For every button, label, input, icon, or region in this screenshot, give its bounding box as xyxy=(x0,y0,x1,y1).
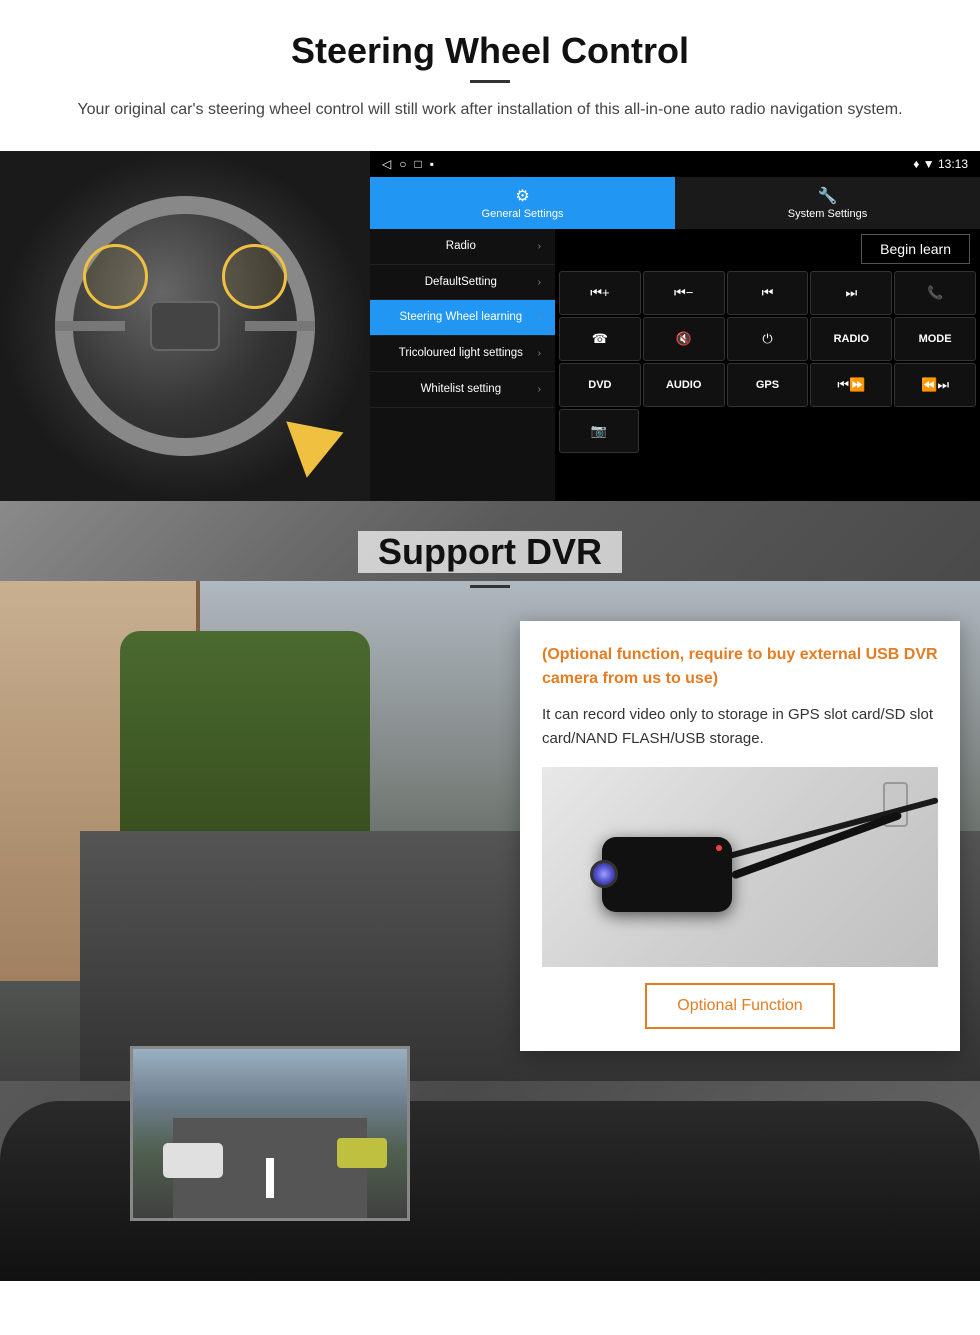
camera-body xyxy=(602,837,732,912)
vol-down-button[interactable]: ⏮− xyxy=(643,271,725,315)
section1-title: Steering Wheel Control xyxy=(60,30,920,72)
highlight-circle-left xyxy=(83,244,148,309)
radio-button[interactable]: RADIO xyxy=(810,317,892,361)
control-row-1: ⏮+ ⏮− ⏮ ⏭ 📞 xyxy=(559,271,976,315)
tab-system-label: System Settings xyxy=(788,208,867,220)
camera-lens xyxy=(590,860,618,888)
menu-radio-label: Radio xyxy=(384,239,538,254)
prev-track-button[interactable]: ⏮ xyxy=(727,271,809,315)
control-row-3: DVD AUDIO GPS ⏮⏩ ⏪⏭ xyxy=(559,363,976,407)
chevron-right-icon4: › xyxy=(538,348,541,359)
android-statusbar: ◁ ○ □ ▪ ♦ ▼ 13:13 xyxy=(370,151,980,177)
camera-button[interactable]: 📷 xyxy=(559,409,639,453)
rew-ff-button[interactable]: ⏪⏭ xyxy=(894,363,976,407)
gps-button[interactable]: GPS xyxy=(727,363,809,407)
chevron-right-icon: › xyxy=(538,241,541,252)
signal-icon: ♦ ▼ xyxy=(913,157,934,171)
dvr-divider xyxy=(470,585,510,588)
section1-header: Steering Wheel Control Your original car… xyxy=(0,0,980,151)
yellow-arrow-indicator xyxy=(280,411,360,471)
camera-led xyxy=(716,845,722,851)
mode-button[interactable]: MODE xyxy=(894,317,976,361)
mute-button[interactable]: 🔇 xyxy=(643,317,725,361)
chevron-right-icon3: › xyxy=(538,312,541,323)
highlight-circle-right xyxy=(222,244,287,309)
dvr-camera-illustration xyxy=(542,767,938,967)
begin-learn-row: Begin learn xyxy=(555,229,980,269)
menu-item-whitelist[interactable]: Whitelist setting › xyxy=(370,372,555,408)
android-content-area: Radio › DefaultSetting › Steering Wheel … xyxy=(370,229,980,501)
menu-whitelist-label: Whitelist setting xyxy=(384,382,538,397)
audio-button[interactable]: AUDIO xyxy=(643,363,725,407)
dvr-section-title: Support DVR xyxy=(358,531,622,573)
wrench-icon: 🔧 xyxy=(818,186,838,206)
clock-time: 13:13 xyxy=(938,157,968,171)
begin-learn-button[interactable]: Begin learn xyxy=(861,234,970,264)
dvr-title-area: Support DVR xyxy=(0,501,980,598)
preview-road-line xyxy=(266,1158,274,1198)
steering-wheel-image xyxy=(0,151,370,501)
dvd-button[interactable]: DVD xyxy=(559,363,641,407)
dvr-info-card: (Optional function, require to buy exter… xyxy=(520,621,960,1051)
back-icon: ◁ xyxy=(382,157,391,171)
recents-icon: □ xyxy=(414,157,421,171)
preview-car-2 xyxy=(337,1138,387,1168)
control-row-4: 📷 xyxy=(559,409,976,453)
control-row-2: ☎ 🔇 ⏻ RADIO MODE xyxy=(559,317,976,361)
statusbar-nav-icons: ◁ ○ □ ▪ xyxy=(382,157,434,171)
android-ui-panel: ◁ ○ □ ▪ ♦ ▼ 13:13 ⚙ General Settings 🔧 xyxy=(370,151,980,501)
menu-item-steering-wheel[interactable]: Steering Wheel learning › xyxy=(370,300,555,336)
menu-default-label: DefaultSetting xyxy=(384,275,538,290)
menu-icon: ▪ xyxy=(430,157,434,171)
optional-function-button[interactable]: Optional Function xyxy=(645,983,834,1029)
menu-item-tricoloured[interactable]: Tricoloured light settings › xyxy=(370,336,555,372)
chevron-right-icon5: › xyxy=(538,384,541,395)
steering-wheel-demo: ◁ ○ □ ▪ ♦ ▼ 13:13 ⚙ General Settings 🔧 xyxy=(0,151,980,501)
dvr-optional-text: (Optional function, require to buy exter… xyxy=(542,643,938,691)
chevron-right-icon2: › xyxy=(538,277,541,288)
gear-icon: ⚙ xyxy=(515,186,529,206)
section2-dvr: Support DVR (Optional function, require … xyxy=(0,501,980,1281)
steering-wheel-graphic xyxy=(55,196,315,456)
tree-row xyxy=(120,631,370,831)
control-buttons-grid: ⏮+ ⏮− ⏮ ⏭ 📞 ☎ 🔇 ⏻ RADIO MODE xyxy=(555,269,980,455)
android-left-menu: Radio › DefaultSetting › Steering Wheel … xyxy=(370,229,555,501)
dvr-small-preview xyxy=(130,1046,410,1221)
statusbar-clock: ♦ ▼ 13:13 xyxy=(913,157,968,171)
section1-description: Your original car's steering wheel contr… xyxy=(60,97,920,123)
section1-steering: Steering Wheel Control Your original car… xyxy=(0,0,980,501)
menu-item-defaultsetting[interactable]: DefaultSetting › xyxy=(370,265,555,301)
android-tabs: ⚙ General Settings 🔧 System Settings xyxy=(370,177,980,229)
tab-system-settings[interactable]: 🔧 System Settings xyxy=(675,177,980,229)
dvr-body-text: It can record video only to storage in G… xyxy=(542,703,938,751)
tab-general-label: General Settings xyxy=(482,208,564,220)
menu-tricoloured-label: Tricoloured light settings xyxy=(384,346,538,361)
tab-general-settings[interactable]: ⚙ General Settings xyxy=(370,177,675,229)
menu-item-radio[interactable]: Radio › xyxy=(370,229,555,265)
prev-next-button[interactable]: ⏮⏩ xyxy=(810,363,892,407)
android-buttons-panel: Begin learn ⏮+ ⏮− ⏮ ⏭ 📞 ☎ xyxy=(555,229,980,501)
section1-divider xyxy=(470,80,510,83)
hangup-button[interactable]: ☎ xyxy=(559,317,641,361)
preview-car-1 xyxy=(163,1143,223,1178)
home-icon: ○ xyxy=(399,157,406,171)
next-track-button[interactable]: ⏭ xyxy=(810,271,892,315)
power-button[interactable]: ⏻ xyxy=(727,317,809,361)
vol-up-button[interactable]: ⏮+ xyxy=(559,271,641,315)
menu-steering-label: Steering Wheel learning xyxy=(384,310,538,325)
call-button[interactable]: 📞 xyxy=(894,271,976,315)
